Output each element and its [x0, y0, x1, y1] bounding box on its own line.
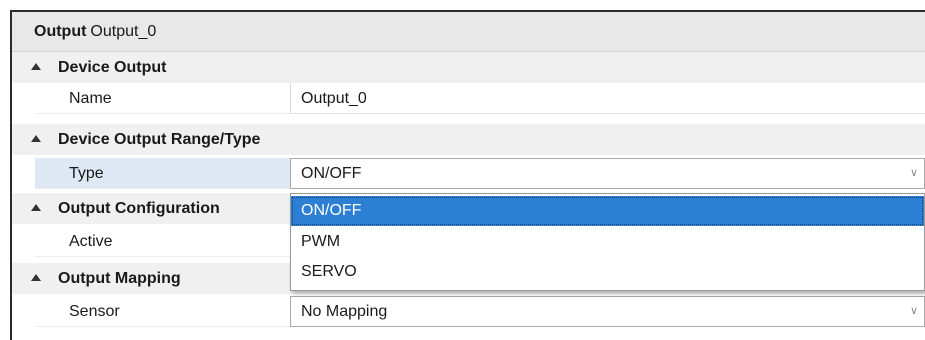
property-row-sensor[interactable]: Sensor No Mapping ∨: [12, 296, 925, 327]
object-name: Output_0: [90, 23, 157, 40]
dropdown-option-servo[interactable]: SERVO: [291, 257, 924, 287]
category-label: Output Mapping: [58, 270, 181, 287]
collapse-icon[interactable]: [31, 204, 41, 211]
collapse-icon[interactable]: [31, 135, 41, 142]
sensor-combobox[interactable]: No Mapping ∨: [290, 296, 925, 327]
category-label: Device Output Range/Type: [58, 131, 261, 148]
collapse-icon[interactable]: [31, 274, 41, 281]
property-name-label: Name: [35, 83, 290, 114]
sensor-combobox-value: No Mapping: [301, 303, 388, 320]
chevron-down-icon[interactable]: ∨: [910, 297, 918, 326]
type-combobox[interactable]: ON/OFF ∨: [290, 158, 925, 189]
category-label: Device Output: [58, 59, 167, 76]
property-row-name[interactable]: Name Output_0: [12, 83, 925, 114]
property-grid: Output Output_0 Device Output Name Output…: [12, 12, 925, 338]
collapse-icon[interactable]: [31, 63, 41, 70]
category-label: Output Configuration: [58, 200, 220, 217]
category-device-output[interactable]: Device Output: [12, 52, 925, 83]
object-kind: Output: [34, 23, 87, 40]
property-row-type[interactable]: Type ON/OFF ∨: [12, 158, 925, 189]
property-active-label: Active: [35, 226, 290, 257]
property-type-label: Type: [35, 158, 290, 189]
dropdown-option-on-off[interactable]: ON/OFF: [291, 196, 924, 226]
type-combobox-value: ON/OFF: [301, 165, 362, 182]
property-grid-header: Output Output_0: [12, 12, 925, 52]
property-name-value[interactable]: Output_0: [290, 83, 925, 114]
category-device-output-range-type[interactable]: Device Output Range/Type: [12, 124, 925, 155]
type-dropdown-list[interactable]: ON/OFF PWM SERVO: [290, 193, 925, 291]
chevron-down-icon[interactable]: ∨: [910, 159, 918, 188]
dropdown-option-pwm[interactable]: PWM: [291, 227, 924, 257]
property-sensor-label: Sensor: [35, 296, 290, 327]
